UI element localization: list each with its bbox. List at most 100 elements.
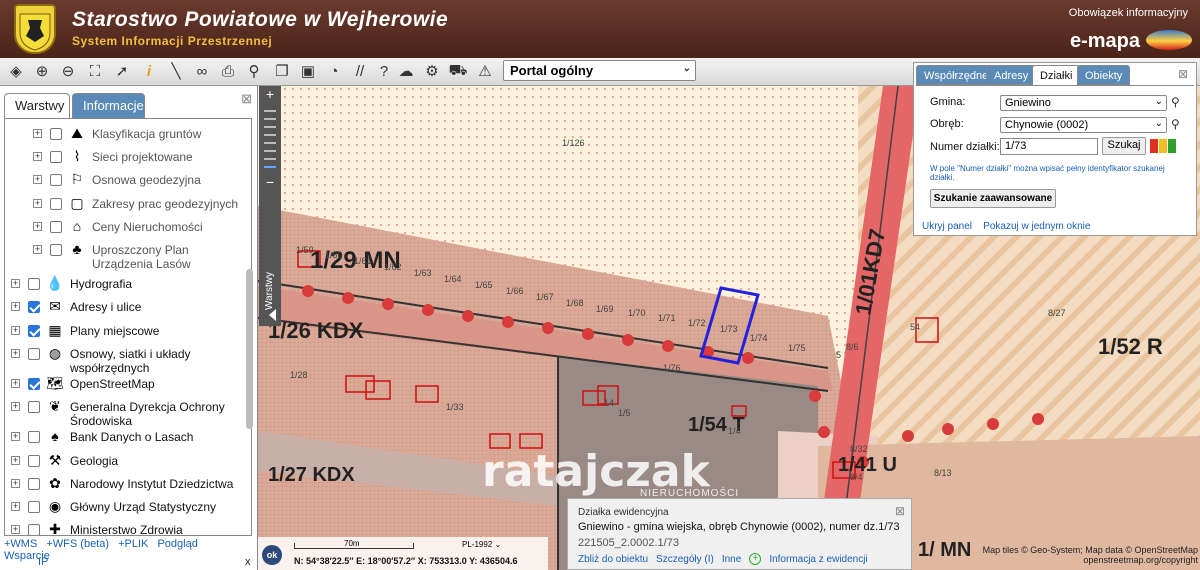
layer-checkbox[interactable] [28,478,40,490]
zoom-level[interactable] [264,158,276,160]
tab-obiekty[interactable]: Obiekty [1077,65,1131,85]
crs-select[interactable]: PL-1992 ⌄ [462,540,501,549]
layer-checkbox[interactable] [50,151,62,163]
gmina-select[interactable]: Gniewino ⌄ [1000,95,1167,111]
layer-row[interactable]: + ◉ Główny Urząd Statystyczny [11,498,247,516]
expand-icon[interactable]: + [11,456,20,465]
pointer-icon[interactable]: ➚ [112,61,132,81]
layer-checkbox[interactable] [28,455,40,467]
ok-button[interactable]: ok [262,545,282,565]
zoom-in-icon[interactable]: ⊕ [32,61,52,81]
layer-checkbox[interactable] [28,301,40,313]
zoom-level-current[interactable] [264,166,276,168]
wms-link[interactable]: +WMS [4,538,37,550]
zoom-extent-icon[interactable]: ⛶ [85,61,105,81]
zoom-level[interactable] [264,142,276,144]
layer-row[interactable]: + ♣ Uproszczony Plan Urządzenia Lasów [33,241,243,271]
ip-close[interactable]: x [245,556,251,568]
zoom-minus-icon[interactable]: − [259,174,281,192]
add-icon[interactable]: + [749,553,762,565]
details-link[interactable]: Szczegóły (I) [656,554,714,565]
expand-icon[interactable]: + [11,502,20,511]
expand-icon[interactable]: + [33,199,42,208]
expand-icon[interactable]: + [11,402,20,411]
link-icon[interactable]: ∞ [192,61,212,81]
color-status-indicator[interactable] [1150,139,1177,153]
expand-icon[interactable]: + [11,379,20,388]
zoom-plus-icon[interactable]: + [259,86,281,104]
layer-row[interactable]: + ⌇ Sieci projektowane [33,148,243,166]
expand-icon[interactable]: + [33,152,42,161]
pin-icon[interactable]: ⚲ [244,61,264,81]
close-icon[interactable]: ⊠ [241,91,252,107]
expand-icon[interactable]: + [33,222,42,231]
tab-dzialki[interactable]: Działki [1032,65,1081,85]
info-icon[interactable]: i [139,61,159,81]
other-link[interactable]: Inne [722,554,741,565]
layer-checkbox[interactable] [28,524,40,535]
expand-icon[interactable]: + [11,279,20,288]
layer-row[interactable]: + ⛰ Klasyfikacja gruntów [33,125,243,143]
zoom-level[interactable] [264,118,276,120]
tools-icon[interactable]: // [350,61,370,81]
layer-row[interactable]: + ✉ Adresy i ulice [11,298,247,316]
measure-icon[interactable]: ╲ [166,61,186,81]
layout-icon[interactable]: ▣ [298,61,318,81]
layer-row[interactable]: + 🗺 OpenStreetMap [11,375,247,393]
expand-icon[interactable]: + [11,302,20,311]
cloud-icon[interactable]: ☁ [396,61,416,81]
layer-row[interactable]: + ♠ Bank Danych o Lasach [11,428,247,446]
portal-select[interactable]: Portal ogólny ⌄ [503,60,696,81]
layer-checkbox[interactable] [28,401,40,413]
obreb-select[interactable]: Chynowie (0002) ⌄ [1000,117,1167,133]
copy-icon[interactable]: ❐ [272,61,292,81]
search-icon[interactable]: ⚲ [1171,95,1180,109]
print-icon[interactable]: ⎙ [218,61,238,81]
cart-icon[interactable]: ⛟ [448,61,468,81]
registry-info-link[interactable]: Informacja z ewidencji [769,554,867,565]
tab-wspolrzedne[interactable]: Współrzędne [916,65,997,85]
help-icon[interactable]: ? [374,61,394,81]
expand-icon[interactable]: + [11,349,20,358]
parcel-number-input[interactable]: 1/73 [1000,138,1098,155]
layer-checkbox[interactable] [28,501,40,513]
osm-copyright-link[interactable]: openstreetmap.org/copyright [983,555,1198,565]
expand-icon[interactable]: + [33,175,42,184]
preview-link[interactable]: Podgląd [157,538,197,550]
layer-row[interactable]: + ⚐ Osnowa geodezyjna [33,171,243,189]
hide-panel-link[interactable]: Ukryj panel [922,221,972,232]
advanced-search-button[interactable]: Szukanie zaawansowane [930,189,1056,208]
layer-checkbox[interactable] [28,431,40,443]
zoom-to-object-link[interactable]: Zbliż do obiektu [578,554,648,565]
layer-checkbox[interactable] [28,325,40,337]
tab-warstwy[interactable]: Warstwy [4,93,70,118]
layer-row[interactable]: + 💧 Hydrografia [11,275,247,293]
search-icon[interactable]: ⚲ [1171,117,1180,131]
expand-icon[interactable]: + [11,525,20,534]
scrollbar[interactable] [246,269,253,429]
layer-checkbox[interactable] [28,378,40,390]
zoom-out-icon[interactable]: ⊖ [58,61,78,81]
layer-checkbox[interactable] [50,128,62,140]
layer-row[interactable]: + ◍ Osnowy, siatki i układy współrzędnych [11,345,247,375]
info-obligation-link[interactable]: Obowiązek informacyjny [1069,7,1188,19]
layer-checkbox[interactable] [28,348,40,360]
zoom-level[interactable] [264,150,276,152]
single-window-link[interactable]: Pokazuj w jednym oknie [983,221,1090,232]
layer-row[interactable]: + ❦ Generalna Dyrekcja Ochrony Środowiska [11,398,247,428]
zoom-level[interactable] [264,126,276,128]
layer-checkbox[interactable] [50,198,62,210]
layer-checkbox[interactable] [50,174,62,186]
collapse-arrow-icon[interactable] [263,309,276,321]
expand-icon[interactable]: + [11,479,20,488]
expand-icon[interactable]: + [11,432,20,441]
search-button[interactable]: Szukaj [1102,137,1146,155]
close-icon[interactable]: ⊠ [1178,67,1188,81]
layer-row[interactable]: + ⌂ Ceny Nieruchomości [33,218,243,236]
layer-row[interactable]: + ▦ Plany miejscowe [11,322,247,340]
zoom-level[interactable] [264,110,276,112]
expand-icon[interactable]: + [11,326,20,335]
comment-icon[interactable]: ◔ [324,61,344,81]
expand-icon[interactable]: + [33,245,42,254]
layer-row[interactable]: + ✿ Narodowy Instytut Dziedzictwa [11,475,247,493]
